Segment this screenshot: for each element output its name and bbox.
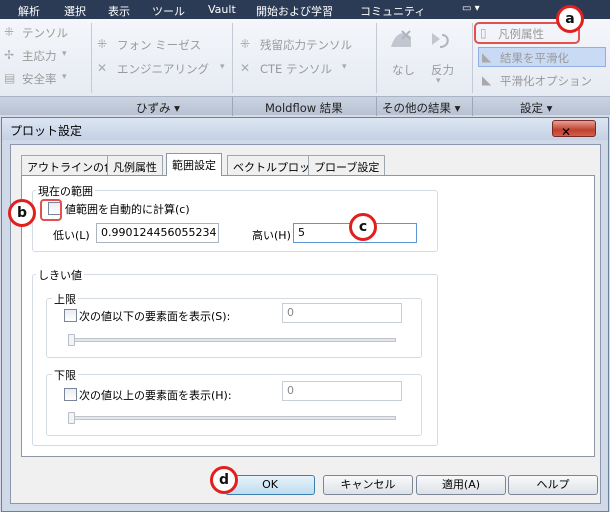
von-mises-icon: ⁜ xyxy=(97,37,108,51)
lower-limit-input[interactable]: 0 xyxy=(282,381,402,401)
plot-settings-dialog: プロット設定 ✕ アウトラインの色 凡例属性 範囲設定 ベクトルプロット プロー… xyxy=(1,117,609,512)
lower-limit-checkbox[interactable] xyxy=(64,388,77,401)
group-other-results[interactable]: その他の結果 ▾ xyxy=(382,100,460,116)
tab-outline-color[interactable]: アウトラインの色 xyxy=(21,155,121,175)
auto-range-callout-ring xyxy=(40,199,62,221)
group-settings[interactable]: 設定 ▾ xyxy=(520,100,552,116)
dialog-body: アウトラインの色 凡例属性 範囲設定 ベクトルプロット プローブ設定 現在の範囲… xyxy=(10,144,601,504)
ribbon-separator xyxy=(91,23,92,93)
ribbon-separator xyxy=(376,23,377,93)
ok-button[interactable]: OK xyxy=(225,475,315,495)
menu-tools[interactable]: ツール xyxy=(152,3,185,19)
ribbon-group-bar: ひずみ ▾ Moldflow 結果 その他の結果 ▾ 設定 ▾ xyxy=(0,96,610,116)
lower-limit-legend: 下限 xyxy=(52,367,78,383)
group-strain[interactable]: ひずみ ▾ xyxy=(136,100,180,116)
dialog-title: プロット設定 xyxy=(10,124,83,138)
residual-stress-icon: ⁜ xyxy=(240,37,251,51)
cancel-button[interactable]: キャンセル xyxy=(323,475,413,495)
menu-community[interactable]: コミュニティ xyxy=(360,3,425,19)
current-range-legend: 現在の範囲 xyxy=(36,183,95,199)
cte-tensor-icon: ✕ xyxy=(240,61,251,75)
group-moldflow-results: Moldflow 結果 xyxy=(265,101,343,115)
low-value-label: 低い(L) xyxy=(53,229,90,242)
lower-limit-label: 次の値以上の要素面を表示(H): xyxy=(79,389,232,402)
ribbon-smoothing-options[interactable]: 平滑化オプション xyxy=(500,73,592,89)
upper-limit-checkbox[interactable] xyxy=(64,309,77,322)
close-button[interactable]: ✕ xyxy=(552,120,596,139)
tab-legend-attributes[interactable]: 凡例属性 xyxy=(107,155,163,175)
chevron-down-icon: ▾ xyxy=(62,49,67,59)
tab-probe-settings[interactable]: プローブ設定 xyxy=(308,155,386,175)
ribbon-tensor[interactable]: テンソル xyxy=(22,25,68,41)
menu-select[interactable]: 選択 xyxy=(64,3,86,19)
lower-limit-slider-thumb[interactable] xyxy=(68,412,75,424)
range-settings-panel: 現在の範囲 値範囲を自動的に計算(c) 低い(L) 0.990124456055… xyxy=(21,175,595,457)
high-value-label: 高い(H) xyxy=(252,229,291,242)
ribbon-safety-factor[interactable]: 安全率 xyxy=(22,71,57,87)
tensor-icon: ⁜ xyxy=(4,25,15,39)
safety-factor-icon: ▤ xyxy=(4,71,16,85)
ribbon-residual-stress[interactable]: 残留応力テンソル xyxy=(260,37,352,53)
callout-b: b xyxy=(8,199,36,227)
lower-limit-slider[interactable] xyxy=(68,416,396,420)
threshold-legend: しきい値 xyxy=(36,267,84,283)
apply-button[interactable]: 適用(A) xyxy=(416,475,506,495)
upper-limit-slider[interactable] xyxy=(68,338,396,342)
menu-vault[interactable]: Vault xyxy=(208,3,236,16)
auto-range-label: 値範囲を自動的に計算(c) xyxy=(65,203,190,216)
menu-analysis[interactable]: 解析 xyxy=(18,3,40,19)
group-separator xyxy=(376,97,377,116)
menu-getting-started[interactable]: 開始および学習 xyxy=(256,3,333,19)
menu-view[interactable]: 表示 xyxy=(108,3,130,19)
group-separator xyxy=(232,97,233,116)
chevron-down-icon: ▾ xyxy=(436,76,441,86)
callout-d: d xyxy=(210,466,238,494)
close-icon: ✕ xyxy=(561,125,572,139)
chevron-down-icon: ▾ xyxy=(62,72,67,82)
ribbon-smooth-results[interactable]: 結果を平滑化 xyxy=(500,50,569,66)
ribbon-cte-tensor[interactable]: CTE テンソル xyxy=(260,61,332,77)
chevron-down-icon: ▾ xyxy=(342,62,347,72)
group-separator xyxy=(472,97,473,116)
ribbon-principal-stress[interactable]: 主応力 xyxy=(22,48,57,64)
ribbon-engineering[interactable]: エンジニアリング xyxy=(117,61,209,77)
callout-a: a xyxy=(556,5,584,33)
help-button[interactable]: ヘルプ xyxy=(508,475,598,495)
dialog-titlebar[interactable]: プロット設定 ✕ xyxy=(2,118,608,140)
engineering-icon: ✕ xyxy=(97,61,108,75)
upper-limit-label: 次の値以下の要素面を表示(S): xyxy=(79,310,231,323)
chevron-down-icon: ▾ xyxy=(220,62,225,72)
none-result-icon xyxy=(391,30,411,47)
smooth-results-icon: ◣ xyxy=(482,50,492,64)
ribbon-options-icon[interactable]: ▭ ▾ xyxy=(462,3,480,14)
reaction-force-icon xyxy=(432,33,449,48)
ribbon-reaction-force[interactable]: 反力 xyxy=(431,62,454,78)
smoothing-options-icon: ◣ xyxy=(482,73,492,87)
ribbon-von-mises[interactable]: フォン ミーゼス xyxy=(117,37,201,53)
tab-range-settings[interactable]: 範囲設定 xyxy=(166,153,222,176)
upper-limit-slider-thumb[interactable] xyxy=(68,334,75,346)
upper-limit-input[interactable]: 0 xyxy=(282,303,402,323)
ribbon-separator xyxy=(232,23,233,93)
ribbon-none[interactable]: なし xyxy=(392,62,415,78)
principal-stress-icon: ✢ xyxy=(4,48,15,62)
menu-bar: 解析 選択 表示 ツール Vault 開始および学習 コミュニティ ▭ ▾ xyxy=(0,0,610,19)
upper-limit-legend: 上限 xyxy=(52,291,78,307)
callout-c: c xyxy=(349,213,377,241)
ribbon-separator xyxy=(472,23,473,93)
low-value-input[interactable]: 0.990124456055234 xyxy=(96,223,219,243)
